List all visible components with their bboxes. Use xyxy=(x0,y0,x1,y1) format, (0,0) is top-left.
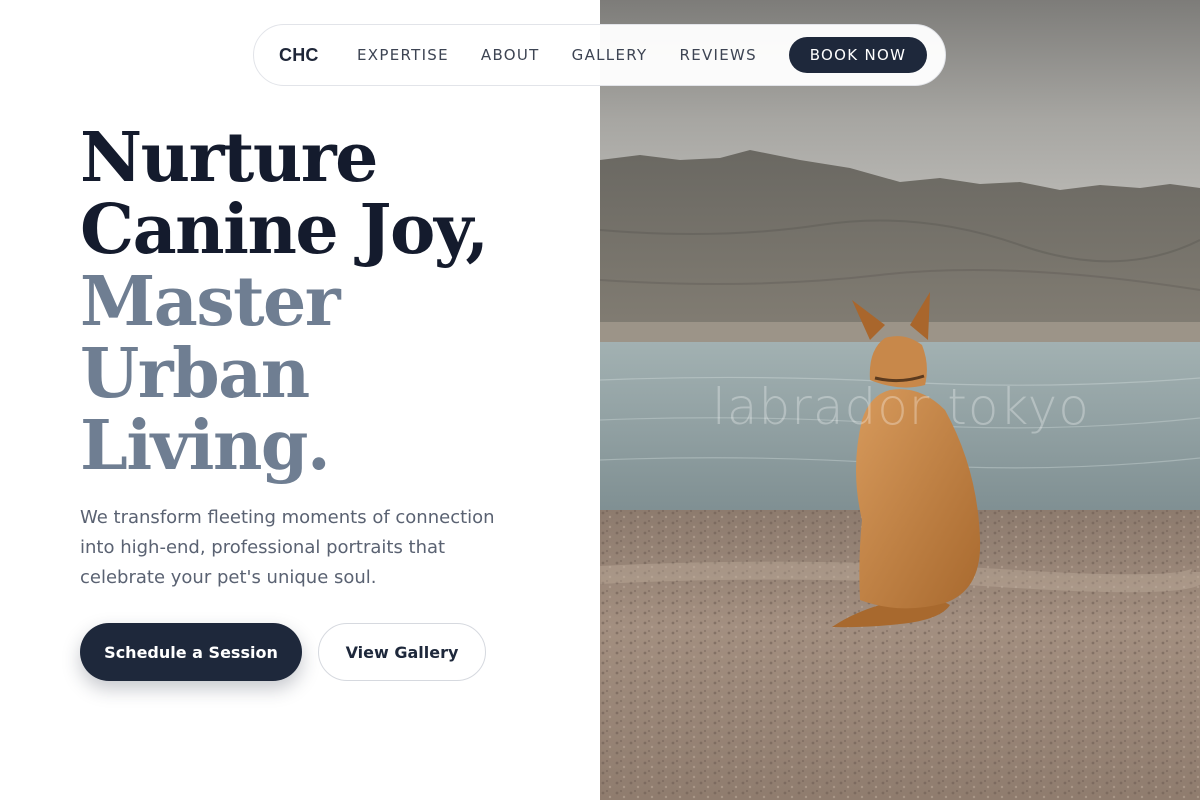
nav-link-gallery[interactable]: GALLERY xyxy=(572,46,648,64)
headline-line-2: Canine Joy, xyxy=(80,190,489,270)
nav-link-expertise[interactable]: EXPERTISE xyxy=(357,46,449,64)
hero-subtext: We transform fleeting moments of connect… xyxy=(80,507,495,588)
watermark-text: labrador tokyo xyxy=(712,378,1090,436)
headline-line-1: Nurture xyxy=(80,118,378,198)
brand-logo[interactable]: CHC xyxy=(279,45,357,66)
book-now-button[interactable]: BOOK NOW xyxy=(788,37,927,73)
view-gallery-button[interactable]: View Gallery xyxy=(318,623,486,681)
top-nav: CHC EXPERTISE ABOUT GALLERY REVIEWS BOOK… xyxy=(253,24,946,86)
hero-image: labrador tokyo xyxy=(600,0,1200,800)
headline-line-5: Living. xyxy=(80,406,331,486)
hero-headline: Nurture Canine Joy, Master Urban Living. xyxy=(80,122,580,482)
nav-link-reviews[interactable]: REVIEWS xyxy=(679,46,757,64)
schedule-session-button[interactable]: Schedule a Session xyxy=(80,623,302,681)
nav-link-about[interactable]: ABOUT xyxy=(481,46,540,64)
headline-line-3: Master xyxy=(80,262,341,342)
headline-line-4: Urban xyxy=(80,334,310,414)
